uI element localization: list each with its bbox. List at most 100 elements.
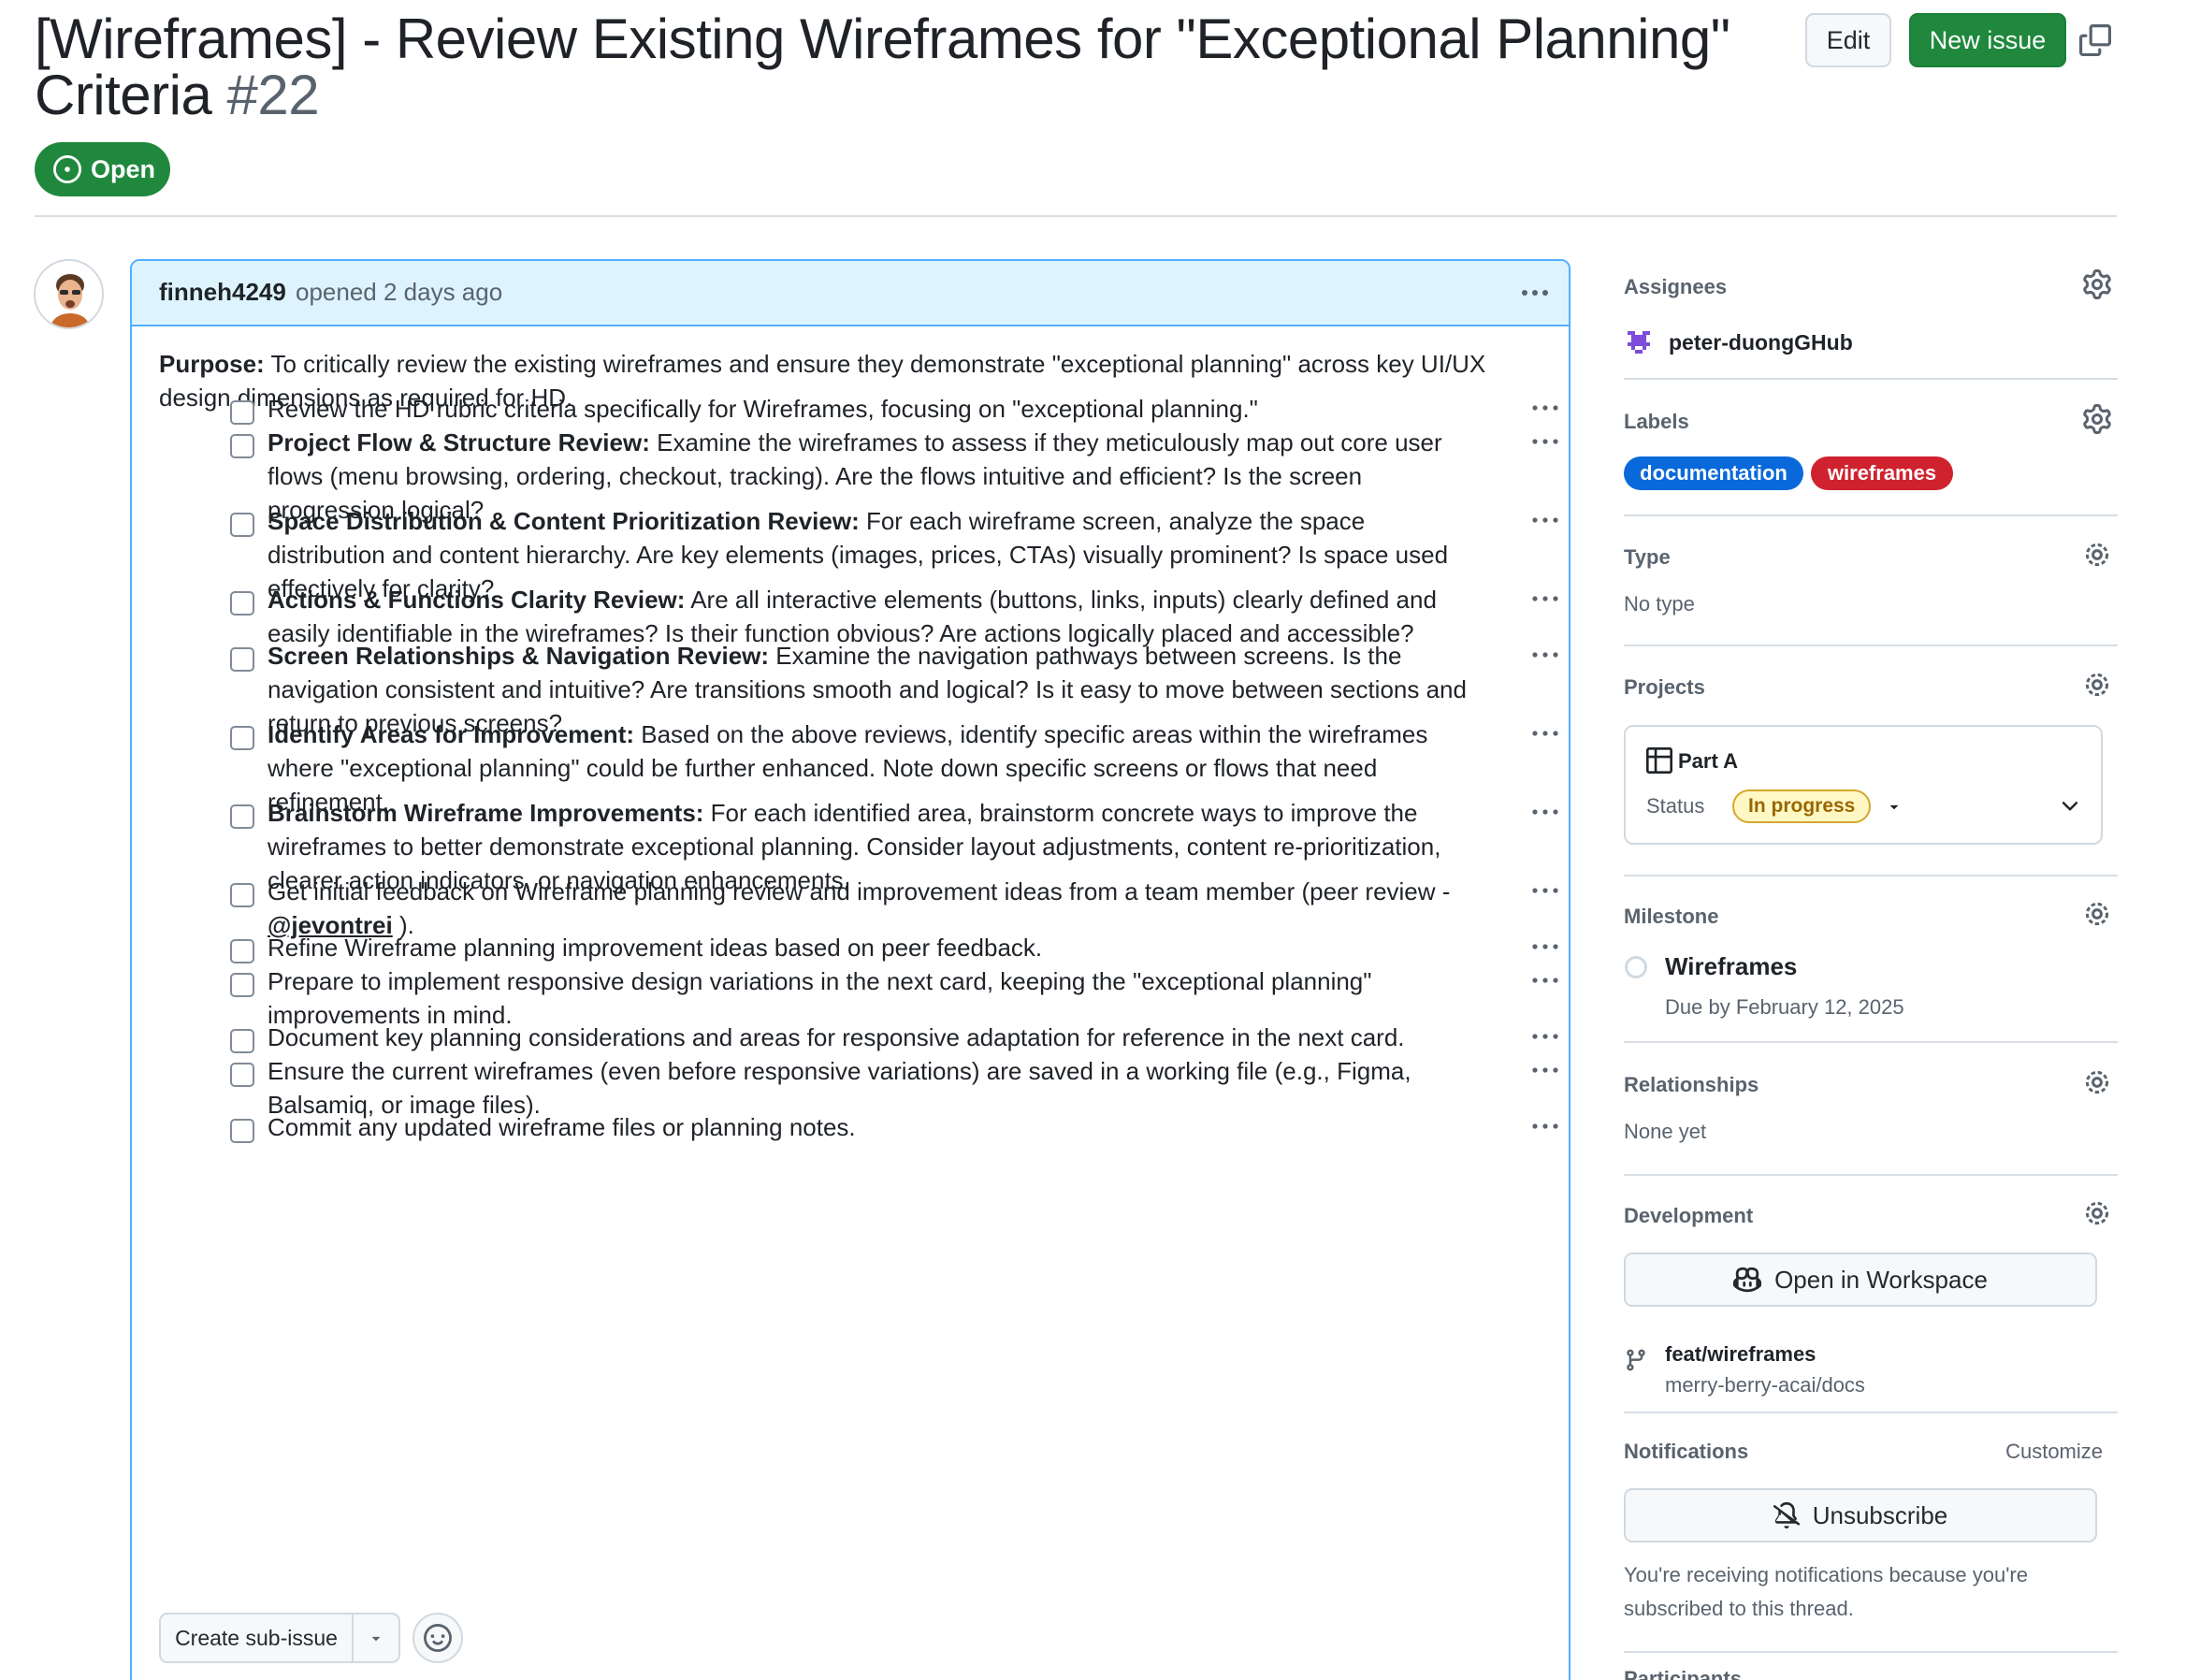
label-documentation[interactable]: documentation: [1624, 456, 1803, 490]
task-options-icon[interactable]: [1529, 587, 1561, 611]
task-checkbox[interactable]: [230, 804, 254, 829]
task-checkbox[interactable]: [230, 1029, 254, 1053]
task-checkbox[interactable]: [230, 434, 254, 458]
purpose-label: Purpose:: [159, 350, 265, 378]
task-checkbox[interactable]: [230, 591, 254, 616]
notifications-reason: You're receiving notifications because y…: [1624, 1563, 2028, 1620]
task-options-icon[interactable]: [1529, 878, 1561, 903]
unsubscribe-label: Unsubscribe: [1812, 1500, 1948, 1529]
relationships-section: Relationships None yet: [1624, 1070, 2118, 1176]
task-options-icon[interactable]: [1529, 800, 1561, 824]
task-text: Commit any updated wireframe files or pl…: [268, 1110, 1469, 1144]
unsubscribe-button[interactable]: Unsubscribe: [1624, 1488, 2097, 1542]
task-options-icon[interactable]: [1529, 396, 1561, 420]
participants-heading: Participants: [1624, 1667, 1742, 1680]
task-options-icon[interactable]: [1529, 643, 1561, 667]
task-checkbox[interactable]: [230, 973, 254, 997]
gear-icon[interactable]: [2082, 540, 2112, 570]
caret-down-icon: [371, 1636, 381, 1642]
status-caret-icon[interactable]: [1886, 798, 1903, 815]
milestone-heading: Milestone: [1624, 905, 1719, 928]
gear-icon[interactable]: [2082, 899, 2112, 929]
task-heading: Space Distribution & Content Prioritizat…: [268, 507, 860, 535]
task-checkbox[interactable]: [230, 513, 254, 537]
assignee-avatar: [1624, 327, 1654, 357]
task-options-icon[interactable]: [1529, 508, 1561, 532]
add-reaction-button[interactable]: [412, 1613, 463, 1663]
task-checkbox[interactable]: [230, 1063, 254, 1087]
notifications-heading: Notifications: [1624, 1440, 1749, 1463]
project-status-label: Status: [1646, 794, 1705, 818]
sub-issue-dropdown-button[interactable]: [354, 1615, 398, 1661]
task-options-icon[interactable]: [1529, 429, 1561, 454]
gear-icon[interactable]: [2082, 404, 2112, 434]
task-checkbox[interactable]: [230, 1119, 254, 1143]
comment-author[interactable]: finneh4249: [159, 278, 286, 307]
create-sub-issue-button[interactable]: Create sub-issue: [161, 1615, 354, 1661]
task-text: Refine Wireframe planning improvement id…: [268, 931, 1469, 964]
task-options-icon[interactable]: [1529, 1058, 1561, 1082]
relationships-value: None yet: [1624, 1120, 1707, 1143]
issue-title: [Wireframes] - Review Existing Wireframe…: [35, 11, 1746, 123]
task-description: Review the HD rubric criteria specifical…: [268, 395, 1258, 423]
create-sub-issue-button-group: Create sub-issue: [159, 1613, 400, 1663]
milestone-name[interactable]: Wireframes: [1665, 952, 1797, 981]
customize-link[interactable]: Customize: [2005, 1440, 2103, 1464]
task-options-icon[interactable]: [1529, 968, 1561, 992]
project-status-badge[interactable]: In progress: [1732, 789, 1872, 823]
gear-icon[interactable]: [2082, 1067, 2112, 1097]
task-checkbox[interactable]: [230, 647, 254, 672]
issue-header: [Wireframes] - Review Existing Wireframe…: [35, 11, 2117, 217]
task-checkbox[interactable]: [230, 726, 254, 750]
task-options-icon[interactable]: [1529, 934, 1561, 959]
task-description: Commit any updated wireframe files or pl…: [268, 1113, 856, 1141]
gear-icon[interactable]: [2082, 670, 2112, 700]
task-heading: Identify Areas for Improvement:: [268, 720, 635, 748]
project-card: Part A Status In progress: [1624, 725, 2103, 845]
edit-button[interactable]: Edit: [1805, 13, 1891, 67]
copy-icon[interactable]: [2079, 24, 2111, 56]
git-branch-icon: [1627, 1349, 1645, 1371]
task-description: Document key planning considerations and…: [268, 1023, 1405, 1051]
notifications-section: Notifications Customize Unsubscribe You'…: [1624, 1440, 2118, 1653]
new-issue-button[interactable]: New issue: [1909, 13, 2066, 67]
task-heading: Brainstorm Wireframe Improvements:: [268, 799, 704, 827]
task-description: Refine Wireframe planning improvement id…: [268, 934, 1043, 962]
task-checkbox[interactable]: [230, 400, 254, 425]
milestone-progress-icon: [1625, 956, 1647, 978]
development-heading: Development: [1624, 1204, 1754, 1227]
task-options-icon[interactable]: [1529, 721, 1561, 746]
copilot-icon: [1733, 1267, 1762, 1293]
comment-header: finneh4249 opened 2 days ago: [132, 261, 1569, 326]
table-icon: [1646, 747, 1672, 774]
assignee-item[interactable]: peter-duongGHub: [1624, 327, 1853, 357]
task-options-icon[interactable]: [1529, 1024, 1561, 1049]
chevron-down-icon[interactable]: [2058, 794, 2082, 818]
assignee-name: peter-duongGHub: [1669, 329, 1853, 355]
issue-number: #22: [226, 64, 320, 126]
gear-icon[interactable]: [2082, 1198, 2112, 1228]
branch-repo: merry-berry-acai/docs: [1665, 1373, 1865, 1397]
task-description: Get initial feedback on Wireframe planni…: [268, 877, 1451, 905]
project-name[interactable]: Part A: [1678, 749, 1738, 774]
task-options-icon[interactable]: [1529, 1114, 1561, 1138]
author-avatar[interactable]: [34, 259, 104, 329]
type-section: Type No type: [1624, 543, 2118, 646]
open-in-workspace-button[interactable]: Open in Workspace: [1624, 1253, 2097, 1307]
comment-options-icon[interactable]: [1516, 274, 1554, 311]
gear-icon[interactable]: [2082, 269, 2112, 299]
comment-timestamp[interactable]: opened 2 days ago: [296, 278, 502, 307]
open-in-workspace-label: Open in Workspace: [1774, 1265, 1988, 1294]
task-heading: Actions & Functions Clarity Review:: [268, 586, 686, 614]
bell-slash-icon: [1773, 1502, 1800, 1528]
milestone-section: Milestone Wireframes Due by February 12,…: [1624, 902, 2118, 1043]
issue-state-badge: Open: [35, 142, 170, 196]
labels-section: Labels documentation wireframes: [1624, 404, 2118, 516]
task-checkbox[interactable]: [230, 939, 254, 963]
task-checkbox[interactable]: [230, 883, 254, 907]
label-wireframes[interactable]: wireframes: [1811, 456, 1953, 490]
task-text: Review the HD rubric criteria specifical…: [268, 392, 1469, 426]
task-text: Document key planning considerations and…: [268, 1021, 1469, 1054]
branch-name-link[interactable]: feat/wireframes: [1665, 1342, 1816, 1367]
assignees-section: Assignees peter-duongGHub: [1624, 269, 2118, 380]
